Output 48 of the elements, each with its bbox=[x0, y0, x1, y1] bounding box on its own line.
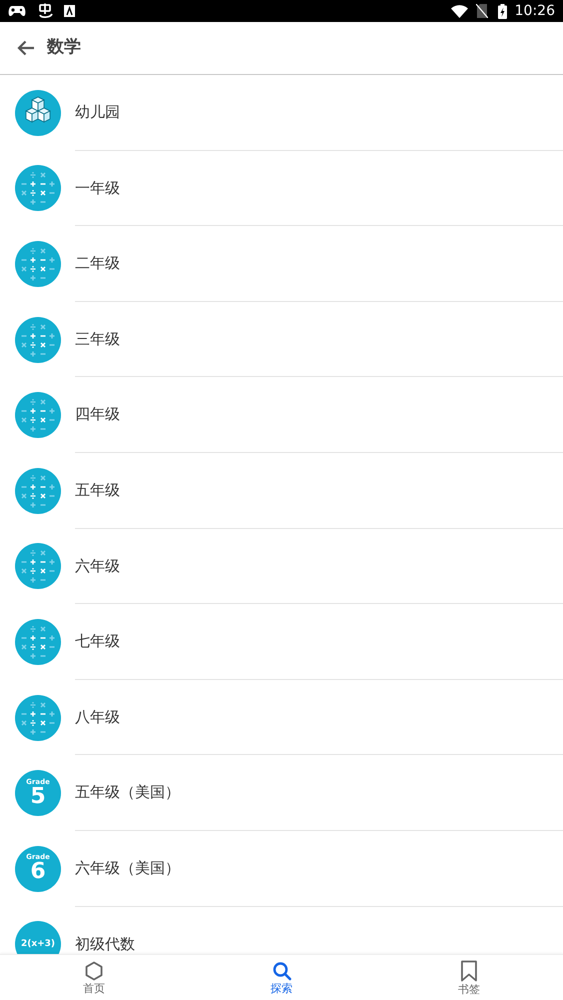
font-notification-icon bbox=[64, 5, 75, 17]
subject-label: 一年级 bbox=[75, 178, 120, 199]
subject-list-item[interactable]: 六年级 bbox=[0, 528, 563, 604]
nav-tab[interactable]: 探索 bbox=[188, 955, 376, 1000]
grade-number: 6 bbox=[30, 861, 46, 884]
subject-list-item[interactable]: 七年级 bbox=[0, 604, 563, 680]
formula-text: 2(x+3) bbox=[20, 938, 56, 951]
subject-label: 四年级 bbox=[75, 404, 120, 426]
back-arrow-icon bbox=[17, 40, 35, 56]
wifi-icon bbox=[450, 4, 468, 18]
math-symbols-icon bbox=[15, 316, 61, 363]
subject-label: 八年级 bbox=[75, 706, 120, 728]
subject-label: 三年级 bbox=[75, 328, 120, 350]
blocks-icon bbox=[15, 90, 61, 136]
nav-tab[interactable]: 首页 bbox=[0, 955, 188, 1000]
math-symbols-icon bbox=[15, 392, 61, 438]
math-symbols-icon bbox=[15, 240, 61, 287]
subject-label: 二年级 bbox=[75, 253, 120, 274]
subject-list-item[interactable]: 八年级 bbox=[0, 680, 563, 756]
subject-label: 五年级 bbox=[75, 480, 120, 502]
subject-list-item[interactable]: 幼儿园 bbox=[0, 75, 563, 151]
subject-list-item[interactable]: 四年级 bbox=[0, 377, 563, 453]
subject-list-item[interactable]: 五年级 bbox=[0, 452, 563, 529]
battery-charging-icon bbox=[498, 4, 507, 18]
status-time: 10:26 bbox=[514, 2, 555, 20]
page-title: 数学 bbox=[47, 36, 81, 60]
search-icon bbox=[272, 960, 292, 980]
subject-label: 幼儿园 bbox=[75, 102, 120, 124]
math-symbols-icon bbox=[15, 468, 61, 514]
subject-label: 六年级 bbox=[75, 556, 120, 577]
subject-label: 初级代数 bbox=[75, 934, 135, 954]
subject-list-item[interactable]: 一年级 bbox=[0, 150, 563, 226]
no-sim-icon bbox=[476, 4, 488, 18]
math-symbols-icon bbox=[15, 694, 61, 741]
subject-label: 六年级（美国） bbox=[75, 858, 180, 879]
subject-label: 七年级 bbox=[75, 631, 120, 652]
subject-list-item[interactable]: 二年级 bbox=[0, 226, 563, 302]
bookmark-icon bbox=[460, 960, 478, 982]
subject-list-item[interactable]: 三年级 bbox=[0, 302, 563, 378]
hexagon-icon bbox=[84, 960, 104, 980]
math-symbols-icon bbox=[15, 543, 61, 590]
grade-number: 5 bbox=[30, 786, 46, 808]
nav-tab[interactable]: 书签 bbox=[375, 955, 563, 1000]
gamepad-icon bbox=[8, 5, 26, 17]
subject-label: 五年级（美国） bbox=[75, 782, 180, 804]
math-symbols-icon bbox=[15, 165, 61, 212]
math-symbols-icon bbox=[15, 618, 61, 665]
app-notification-icon bbox=[38, 3, 54, 19]
